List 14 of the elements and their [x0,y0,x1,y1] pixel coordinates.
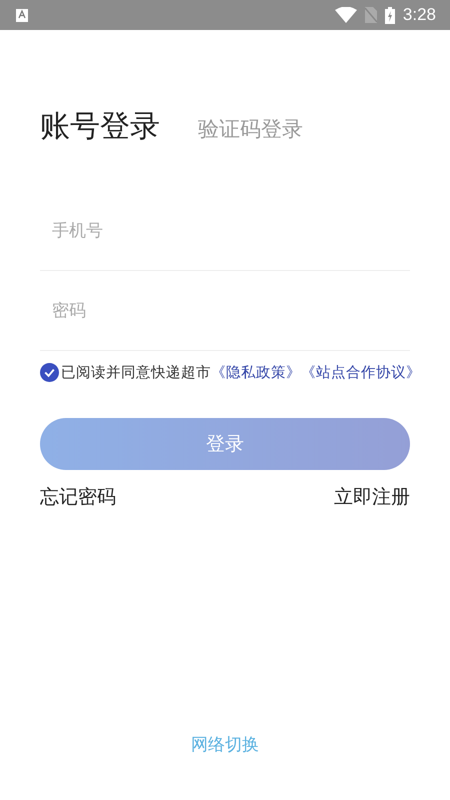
status-time: 3:28 [402,5,436,25]
agreement-text: 已阅读并同意快递超市 [61,364,211,382]
battery-charging-icon [384,6,395,24]
agreement-link[interactable]: 《站点合作协议》 [301,363,421,382]
wifi-icon [334,7,357,23]
input-field[interactable]: 手机号 [40,191,410,271]
app-notification-icon [16,8,28,22]
checkbox[interactable] [40,363,59,382]
register-link[interactable]: 立即注册 [334,484,410,510]
forgot-password-link[interactable]: 忘记密码 [40,484,116,510]
input-field[interactable]: 密码 [40,271,410,351]
agreement-link[interactable]: 《隐私政策》 [211,363,301,382]
login-tab[interactable]: 账号登录 [40,106,160,147]
no-sim-icon [364,7,377,23]
